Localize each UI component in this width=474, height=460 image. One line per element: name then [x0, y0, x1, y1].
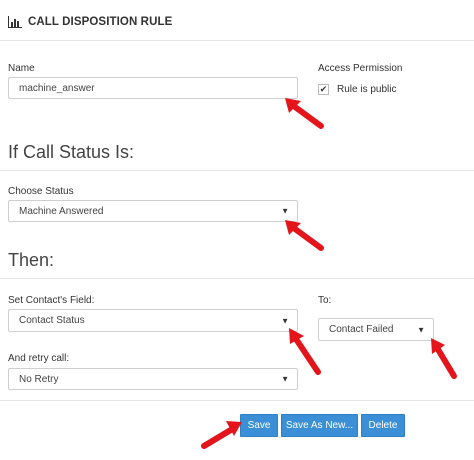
- delete-button[interactable]: Delete: [361, 414, 405, 437]
- choose-status-value: Machine Answered: [19, 205, 104, 217]
- annotation-arrow-icon: [285, 98, 324, 129]
- save-button[interactable]: Save: [240, 414, 278, 437]
- annotation-arrow-icon: [285, 220, 324, 251]
- rule-is-public-checkbox-row[interactable]: ✔ Rule is public: [318, 84, 396, 95]
- to-value: Contact Failed: [329, 324, 394, 335]
- page-title: CALL DISPOSITION RULE: [28, 16, 173, 28]
- page-header: CALL DISPOSITION RULE: [8, 12, 172, 32]
- save-as-new-button[interactable]: Save As New...: [281, 414, 358, 437]
- caret-down-icon: ▼: [417, 325, 425, 334]
- name-label: Name: [8, 63, 35, 74]
- retry-call-select[interactable]: No Retry ▼: [8, 368, 298, 390]
- then-section-divider: [0, 278, 474, 279]
- set-contact-field-select[interactable]: Contact Status ▼: [8, 309, 298, 332]
- choose-status-select[interactable]: Machine Answered ▼: [8, 200, 298, 222]
- caret-down-icon: ▼: [281, 206, 289, 216]
- name-input-value: machine_answer: [19, 82, 95, 94]
- access-permission-label: Access Permission: [318, 63, 403, 74]
- set-contact-field-label: Set Contact's Field:: [8, 295, 95, 306]
- buttons-divider: [0, 400, 474, 401]
- choose-status-label: Choose Status: [8, 186, 74, 197]
- set-contact-field-value: Contact Status: [19, 315, 85, 326]
- header-divider: [0, 40, 474, 41]
- annotation-arrow-icon: [289, 328, 321, 375]
- annotation-arrow-icon: [431, 338, 457, 379]
- check-icon: ✔: [319, 84, 328, 94]
- bar-chart-icon: [8, 16, 22, 28]
- if-call-status-heading: If Call Status Is:: [8, 142, 135, 162]
- to-label: To:: [318, 295, 332, 306]
- rule-is-public-checkbox[interactable]: ✔: [318, 84, 329, 95]
- if-section-divider: [0, 170, 474, 171]
- caret-down-icon: ▼: [281, 316, 289, 325]
- rule-is-public-label: Rule is public: [337, 84, 397, 95]
- retry-call-value: No Retry: [19, 373, 59, 385]
- to-value-select[interactable]: Contact Failed ▼: [318, 318, 434, 341]
- then-heading: Then:: [8, 250, 55, 270]
- retry-call-label: And retry call:: [8, 353, 70, 364]
- name-input[interactable]: machine_answer: [8, 77, 298, 99]
- annotation-arrow-icon: [201, 421, 242, 449]
